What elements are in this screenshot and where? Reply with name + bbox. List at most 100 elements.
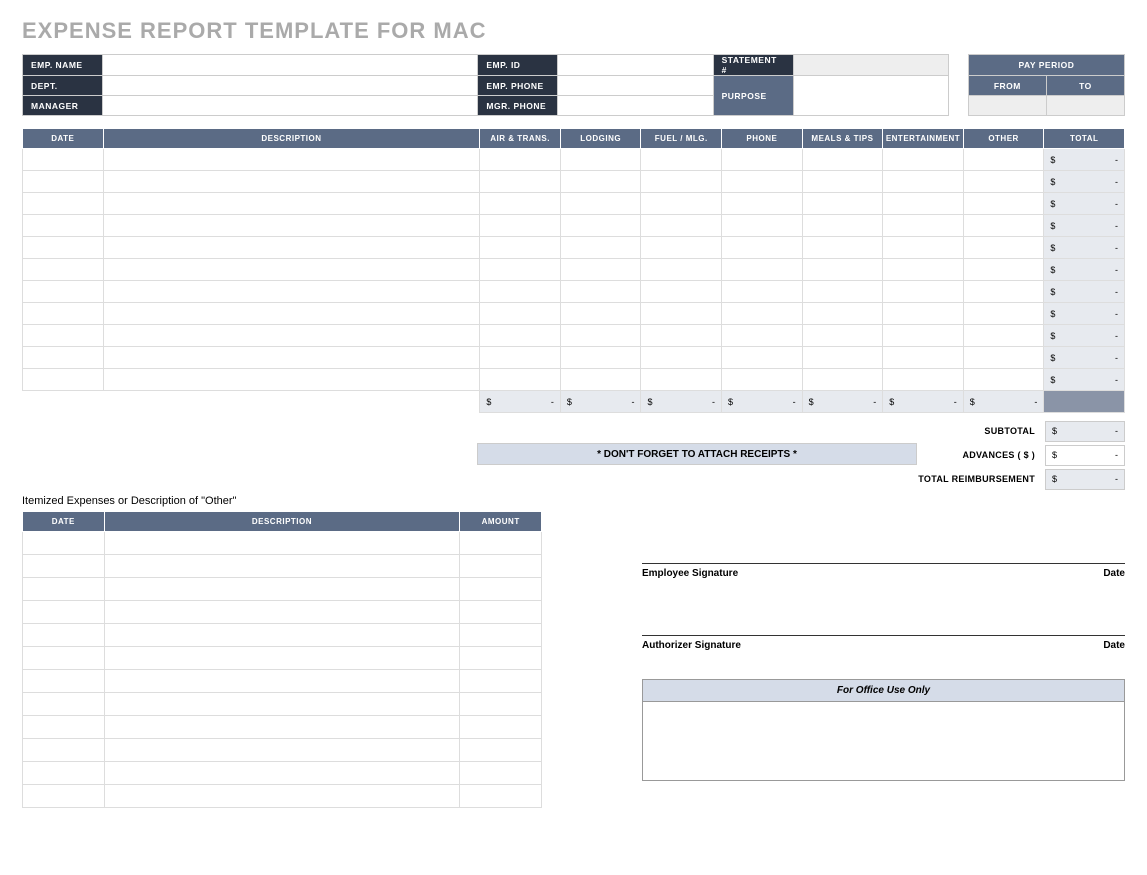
- itemized-cell[interactable]: [104, 716, 460, 739]
- emp-id-input[interactable]: [558, 55, 713, 76]
- expense-cell[interactable]: [722, 259, 803, 281]
- expense-cell[interactable]: [802, 347, 883, 369]
- expense-cell[interactable]: [480, 171, 561, 193]
- expense-cell[interactable]: [802, 325, 883, 347]
- expense-cell[interactable]: [802, 259, 883, 281]
- expense-cell[interactable]: [802, 171, 883, 193]
- expense-cell[interactable]: [802, 149, 883, 171]
- expense-cell[interactable]: [103, 215, 480, 237]
- expense-cell[interactable]: [802, 215, 883, 237]
- itemized-cell[interactable]: [104, 555, 460, 578]
- itemized-cell[interactable]: [104, 670, 460, 693]
- itemized-cell[interactable]: [104, 693, 460, 716]
- itemized-cell[interactable]: [104, 578, 460, 601]
- expense-cell[interactable]: [963, 149, 1044, 171]
- itemized-cell[interactable]: [460, 693, 542, 716]
- expense-cell[interactable]: [480, 303, 561, 325]
- expense-cell[interactable]: [560, 303, 641, 325]
- itemized-cell[interactable]: [104, 624, 460, 647]
- expense-cell[interactable]: [802, 193, 883, 215]
- expense-cell[interactable]: [802, 303, 883, 325]
- expense-cell[interactable]: [963, 347, 1044, 369]
- expense-cell[interactable]: [103, 369, 480, 391]
- employee-signature-line[interactable]: Employee SignatureDate: [642, 563, 1125, 579]
- expense-cell[interactable]: [23, 237, 104, 259]
- itemized-cell[interactable]: [460, 716, 542, 739]
- expense-cell[interactable]: [103, 193, 480, 215]
- itemized-cell[interactable]: [23, 762, 105, 785]
- expense-cell[interactable]: [560, 369, 641, 391]
- itemized-cell[interactable]: [460, 739, 542, 762]
- expense-cell[interactable]: [963, 303, 1044, 325]
- expense-cell[interactable]: [23, 259, 104, 281]
- expense-cell[interactable]: [480, 149, 561, 171]
- expense-cell[interactable]: [103, 347, 480, 369]
- expense-cell[interactable]: [722, 325, 803, 347]
- expense-cell[interactable]: [883, 237, 964, 259]
- expense-cell[interactable]: [560, 171, 641, 193]
- expense-cell[interactable]: [883, 303, 964, 325]
- expense-cell[interactable]: [23, 149, 104, 171]
- emp-name-input[interactable]: [103, 55, 478, 76]
- expense-cell[interactable]: [722, 171, 803, 193]
- expense-cell[interactable]: [641, 347, 722, 369]
- expense-cell[interactable]: [802, 369, 883, 391]
- expense-cell[interactable]: [641, 369, 722, 391]
- expense-cell[interactable]: [103, 259, 480, 281]
- expense-cell[interactable]: [560, 149, 641, 171]
- expense-cell[interactable]: [103, 149, 480, 171]
- expense-cell[interactable]: [480, 259, 561, 281]
- authorizer-signature-line[interactable]: Authorizer SignatureDate: [642, 635, 1125, 651]
- itemized-cell[interactable]: [460, 647, 542, 670]
- itemized-cell[interactable]: [104, 762, 460, 785]
- expense-cell[interactable]: [641, 193, 722, 215]
- itemized-cell[interactable]: [460, 624, 542, 647]
- expense-cell[interactable]: [883, 171, 964, 193]
- expense-cell[interactable]: [560, 215, 641, 237]
- expense-cell[interactable]: [963, 171, 1044, 193]
- itemized-cell[interactable]: [23, 532, 105, 555]
- expense-cell[interactable]: [883, 369, 964, 391]
- expense-cell[interactable]: [883, 193, 964, 215]
- expense-cell[interactable]: [641, 325, 722, 347]
- advances-value[interactable]: $-: [1045, 445, 1125, 466]
- expense-cell[interactable]: [23, 369, 104, 391]
- expense-cell[interactable]: [883, 259, 964, 281]
- itemized-cell[interactable]: [23, 785, 105, 808]
- expense-cell[interactable]: [641, 281, 722, 303]
- itemized-cell[interactable]: [460, 785, 542, 808]
- expense-cell[interactable]: [722, 369, 803, 391]
- itemized-cell[interactable]: [104, 739, 460, 762]
- purpose-input[interactable]: [793, 76, 948, 116]
- itemized-cell[interactable]: [23, 739, 105, 762]
- expense-cell[interactable]: [560, 347, 641, 369]
- expense-cell[interactable]: [480, 347, 561, 369]
- expense-cell[interactable]: [722, 193, 803, 215]
- itemized-cell[interactable]: [460, 555, 542, 578]
- expense-cell[interactable]: [802, 281, 883, 303]
- itemized-cell[interactable]: [460, 532, 542, 555]
- expense-cell[interactable]: [883, 281, 964, 303]
- emp-phone-input[interactable]: [558, 76, 713, 96]
- expense-cell[interactable]: [23, 215, 104, 237]
- itemized-cell[interactable]: [23, 693, 105, 716]
- expense-cell[interactable]: [103, 325, 480, 347]
- itemized-cell[interactable]: [104, 601, 460, 624]
- itemized-cell[interactable]: [23, 578, 105, 601]
- expense-cell[interactable]: [23, 325, 104, 347]
- expense-cell[interactable]: [480, 325, 561, 347]
- expense-cell[interactable]: [23, 347, 104, 369]
- expense-cell[interactable]: [560, 237, 641, 259]
- expense-cell[interactable]: [722, 303, 803, 325]
- expense-cell[interactable]: [883, 215, 964, 237]
- itemized-cell[interactable]: [460, 762, 542, 785]
- expense-cell[interactable]: [963, 259, 1044, 281]
- expense-cell[interactable]: [480, 369, 561, 391]
- expense-cell[interactable]: [23, 171, 104, 193]
- expense-cell[interactable]: [103, 281, 480, 303]
- expense-cell[interactable]: [722, 347, 803, 369]
- expense-cell[interactable]: [480, 281, 561, 303]
- expense-cell[interactable]: [103, 237, 480, 259]
- expense-cell[interactable]: [641, 171, 722, 193]
- expense-cell[interactable]: [560, 325, 641, 347]
